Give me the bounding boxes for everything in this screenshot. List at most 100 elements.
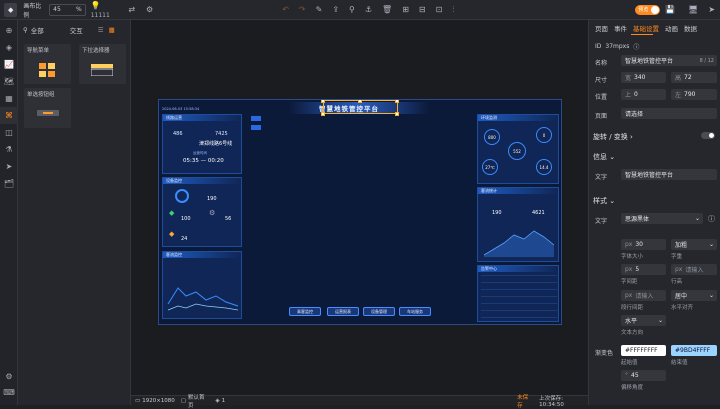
text-value: 智慧地铁管控平台 bbox=[625, 172, 674, 179]
nav-button-1[interactable]: 乘客监控 bbox=[289, 307, 321, 316]
properties-panel: 页面 事件 基础设置 动画 数据 ID 37mpxs ⓘ 名称 智慧地铁管控平台… bbox=[588, 20, 720, 405]
panel-alarm-center[interactable]: 告警中心 bbox=[477, 265, 559, 322]
filter-icon[interactable]: ⚲ bbox=[23, 26, 28, 34]
resize-handle[interactable] bbox=[358, 100, 362, 103]
swap-icon[interactable]: ⇄ bbox=[128, 5, 135, 14]
delete-icon[interactable]: 🗑 bbox=[382, 5, 392, 14]
preview-toggle[interactable]: 预览 bbox=[635, 4, 661, 15]
text-field[interactable]: 智慧地铁管控平台 bbox=[621, 169, 717, 180]
panel-passenger-stats[interactable]: 客流统计 190 4621 bbox=[477, 187, 559, 262]
top-field[interactable]: 上0 bbox=[621, 89, 666, 100]
ungroup-icon[interactable]: ⊟ bbox=[419, 5, 426, 14]
all-filter[interactable]: 全部 bbox=[31, 25, 44, 35]
archive-icon[interactable]: 🗂 bbox=[0, 175, 18, 192]
resize-handle[interactable] bbox=[321, 112, 325, 116]
save-icon[interactable]: 💾 bbox=[665, 5, 675, 14]
help-icon[interactable]: ⓘ bbox=[633, 42, 639, 51]
lineheight-field[interactable]: px 请输入 bbox=[671, 264, 717, 275]
map-icon[interactable]: 🗺 bbox=[0, 73, 18, 90]
chart-icon[interactable]: 📈 bbox=[0, 56, 18, 73]
interact-category[interactable]: 交互 bbox=[70, 25, 83, 35]
style-section[interactable]: 样式 ⌄ bbox=[593, 196, 615, 206]
weight-select[interactable]: 加粗 ⌄ bbox=[671, 239, 717, 250]
end-color-field[interactable]: #9BD4FFFF bbox=[671, 345, 717, 356]
page-select[interactable]: 请选择 bbox=[621, 108, 717, 119]
transform-toggle[interactable] bbox=[701, 132, 715, 139]
dashboard-screen[interactable]: 智慧地铁管控平台 2024-06-03 15:58:34 线路运营 486 74… bbox=[158, 99, 562, 325]
panel-environment[interactable]: 环境监测 800 0 552 27℃ 14.4 bbox=[477, 114, 559, 184]
info-label: 信息 bbox=[593, 153, 607, 161]
linespacing-field[interactable]: px 请输入 bbox=[621, 290, 666, 301]
nav-label: 运营报表 bbox=[335, 308, 351, 314]
panel-passenger-flow[interactable]: 客流监控 bbox=[162, 251, 242, 319]
env-ring-3: 552 bbox=[508, 142, 526, 160]
spacing-field[interactable]: px 5 bbox=[621, 264, 666, 275]
monitor-icon[interactable]: 🖥 bbox=[688, 5, 698, 14]
redo-icon[interactable]: ↷ bbox=[299, 5, 306, 14]
zoom-input[interactable]: 45 % bbox=[49, 3, 86, 16]
group-icon[interactable]: ⊞ bbox=[402, 5, 409, 14]
export-icon[interactable]: ⇪ bbox=[332, 5, 339, 14]
lock-icon[interactable]: ⊡ bbox=[436, 5, 443, 14]
transform-section[interactable]: 旋转 / 变换 › bbox=[593, 132, 633, 142]
tab-animation[interactable]: 动画 bbox=[665, 23, 678, 33]
filter-icon[interactable]: ⚗ bbox=[0, 141, 18, 158]
direction-select[interactable]: 水平 ⌄ bbox=[621, 315, 666, 326]
send-icon[interactable]: ➤ bbox=[0, 158, 18, 175]
tab-page[interactable]: 页面 bbox=[595, 23, 608, 33]
panel-device-monitor[interactable]: 设备监控 190 ◆ 100 ⚙ 56 ◆ 24 bbox=[162, 177, 242, 247]
settings-icon[interactable]: ⚙ bbox=[0, 368, 18, 385]
resolution[interactable]: 1920×1080 bbox=[142, 398, 175, 404]
layers-icon[interactable]: ◈ bbox=[0, 39, 18, 56]
settings-icon[interactable]: ⚙ bbox=[146, 5, 153, 14]
component-card-dropdown[interactable]: 下拉选择器 bbox=[79, 44, 126, 84]
fontsize-field[interactable]: px 30 bbox=[621, 239, 666, 250]
angle-field[interactable]: ° 45 bbox=[621, 370, 666, 381]
media-icon[interactable]: ◫ bbox=[0, 124, 18, 141]
resize-handle[interactable] bbox=[395, 100, 399, 103]
anchor-icon[interactable]: ⚓ bbox=[365, 5, 372, 14]
start-color-field[interactable]: #FFFFFFFF bbox=[621, 345, 666, 356]
mini-tag-1 bbox=[251, 116, 261, 121]
width-field[interactable]: 宽 340 bbox=[621, 72, 666, 83]
align-select[interactable]: 居中 ⌄ bbox=[671, 290, 717, 301]
preview-toggle-label: 预览 bbox=[638, 7, 649, 13]
nav-button-2[interactable]: 运营报表 bbox=[327, 307, 359, 316]
component-card-nav-menu[interactable]: 导航菜单 bbox=[24, 44, 71, 84]
list-view-icon[interactable]: ☰ bbox=[98, 26, 104, 34]
height-field[interactable]: 高 72 bbox=[671, 72, 717, 83]
align-icon[interactable]: ⫶ bbox=[452, 5, 454, 15]
default-page[interactable]: 默认首页 bbox=[188, 393, 209, 409]
component-panel: ⚲ 全部 交互 ☰ ▦ 导航菜单 下拉选择器 单选按钮组 bbox=[18, 20, 131, 405]
flow-line-chart bbox=[167, 287, 239, 311]
mini-tag-2 bbox=[251, 125, 261, 130]
keyboard-icon[interactable]: ⌨ bbox=[0, 384, 18, 401]
interaction-icon[interactable]: ⌘ bbox=[0, 107, 18, 124]
brush-icon[interactable]: ✎ bbox=[316, 5, 323, 14]
font-info-icon[interactable]: ⓘ bbox=[708, 214, 715, 224]
resize-handle[interactable] bbox=[321, 100, 325, 103]
px-unit: px bbox=[625, 292, 633, 299]
lightbulb-icon[interactable]: 💡11111 bbox=[91, 1, 119, 19]
tab-data[interactable]: 数据 bbox=[684, 23, 697, 33]
panel-line-operation[interactable]: 线路运营 486 7425 津郑线路6号线 运营时间 05:35 — 00:20 bbox=[162, 114, 242, 174]
table-icon[interactable]: ▦ bbox=[0, 90, 18, 107]
undo-icon[interactable]: ↶ bbox=[282, 5, 289, 14]
grid-view-icon[interactable]: ▦ bbox=[109, 26, 115, 34]
height-label: 高 bbox=[675, 75, 682, 82]
name-field[interactable]: 智慧地铁管控平台 8 / 12 bbox=[621, 55, 717, 66]
nav-menu-icon bbox=[39, 63, 55, 77]
info-section[interactable]: 信息 ⌄ bbox=[593, 152, 615, 162]
nav-button-3[interactable]: 设备管理 bbox=[363, 307, 395, 316]
tab-event[interactable]: 事件 bbox=[614, 23, 627, 33]
layout-icon[interactable]: ⊕ bbox=[0, 22, 18, 39]
page-label: 页面 bbox=[595, 113, 608, 120]
resize-handle[interactable] bbox=[395, 112, 399, 116]
pin-icon[interactable]: ⚲ bbox=[349, 5, 355, 14]
tab-basic-settings[interactable]: 基础设置 bbox=[633, 23, 659, 33]
send-icon[interactable]: ➤ bbox=[708, 5, 715, 14]
nav-button-4[interactable]: 车站服务 bbox=[399, 307, 431, 316]
left-field[interactable]: 左 790 bbox=[671, 89, 717, 100]
font-select[interactable]: 思源黑体 ⌄ bbox=[621, 213, 703, 224]
component-card-radio-group[interactable]: 单选按钮组 bbox=[24, 88, 71, 128]
